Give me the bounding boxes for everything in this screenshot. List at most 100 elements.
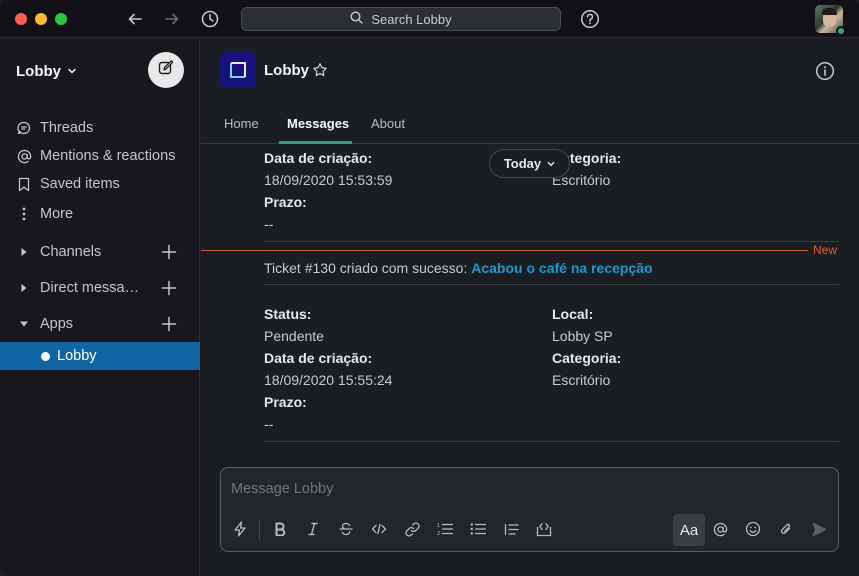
caret-right-icon bbox=[16, 280, 32, 296]
section-label: Channels bbox=[40, 244, 102, 260]
main-panel: Lobby Home Messages About Data de criaçã… bbox=[201, 39, 859, 576]
tab-messages[interactable]: Messages bbox=[287, 116, 349, 131]
bold-icon[interactable] bbox=[267, 516, 293, 542]
back-arrow-icon[interactable] bbox=[125, 9, 145, 29]
shortcuts-lightning-icon[interactable] bbox=[227, 516, 253, 542]
date-label: Today bbox=[503, 156, 542, 171]
field-value: 18/09/2020 15:55:24 bbox=[264, 372, 393, 388]
sidebar: Lobby Threads Mentions & reactions Saved… bbox=[0, 39, 200, 576]
date-divider-pill[interactable]: Today bbox=[489, 149, 570, 178]
section-label: Direct messa… bbox=[40, 280, 140, 296]
at-icon bbox=[16, 148, 32, 164]
emoji-icon[interactable] bbox=[740, 516, 766, 542]
field-value: Lobby SP bbox=[552, 328, 613, 344]
forward-arrow-icon[interactable] bbox=[162, 9, 182, 29]
field-value: 18/09/2020 15:53:59 bbox=[264, 172, 393, 188]
close-window-button[interactable] bbox=[15, 13, 27, 25]
help-icon[interactable] bbox=[580, 9, 600, 29]
add-app-plus-icon[interactable] bbox=[161, 316, 177, 332]
maximize-window-button[interactable] bbox=[55, 13, 67, 25]
avatar-hair bbox=[822, 8, 837, 15]
tab-about[interactable]: About bbox=[371, 116, 405, 131]
compose-button[interactable] bbox=[148, 52, 184, 88]
blockquote-icon[interactable] bbox=[498, 516, 524, 542]
more-vertical-icon bbox=[16, 206, 32, 222]
sidebar-item-label: Threads bbox=[40, 120, 94, 136]
bookmark-icon bbox=[16, 176, 32, 192]
code-icon[interactable] bbox=[366, 516, 392, 542]
sidebar-item-lobby-app[interactable]: Lobby bbox=[0, 342, 200, 370]
minimize-window-button[interactable] bbox=[35, 13, 47, 25]
field-value: -- bbox=[264, 216, 274, 232]
search-placeholder: Search Lobby bbox=[371, 11, 452, 27]
sidebar-item-threads[interactable]: Threads bbox=[0, 114, 200, 142]
ticket-intro-text: Ticket #130 criado com sucesso: bbox=[264, 260, 472, 276]
sidebar-section-direct-messages[interactable]: Direct messa… bbox=[0, 274, 200, 302]
formatting-toggle-button[interactable]: Aa bbox=[673, 514, 705, 546]
sidebar-item-label: Saved items bbox=[40, 176, 120, 192]
bulleted-list-icon[interactable] bbox=[465, 516, 491, 542]
message-composer: 12 Aa bbox=[220, 467, 839, 552]
field-value: -- bbox=[264, 416, 274, 432]
add-channel-plus-icon[interactable] bbox=[161, 244, 177, 260]
star-icon[interactable] bbox=[312, 62, 328, 78]
attachment-divider bbox=[264, 441, 839, 442]
workspace-switcher[interactable]: Lobby bbox=[16, 63, 77, 80]
field-value: Escritório bbox=[552, 372, 611, 388]
active-tab-indicator bbox=[279, 141, 352, 144]
svg-text:1: 1 bbox=[437, 523, 440, 529]
channel-title[interactable]: Lobby bbox=[264, 62, 309, 79]
field-label: Local: bbox=[552, 306, 594, 322]
workspace-name: Lobby bbox=[16, 63, 61, 80]
attachment-paperclip-icon[interactable] bbox=[773, 516, 799, 542]
field-label: Prazo: bbox=[264, 394, 307, 410]
sidebar-section-channels[interactable]: Channels bbox=[0, 238, 200, 266]
new-messages-line bbox=[201, 250, 808, 251]
threads-icon bbox=[16, 120, 32, 136]
svg-text:2: 2 bbox=[437, 531, 440, 536]
chevron-down-icon bbox=[547, 156, 555, 171]
slack-window: Search Lobby Lobby Threads Mentions & re… bbox=[0, 0, 859, 576]
tab-home[interactable]: Home bbox=[224, 116, 259, 131]
lobby-logo bbox=[220, 52, 256, 88]
field-label: Data de criação: bbox=[264, 150, 373, 166]
field-label: Data de criação: bbox=[264, 350, 373, 366]
link-icon[interactable] bbox=[399, 516, 425, 542]
mention-at-icon[interactable] bbox=[707, 516, 733, 542]
ticket-created-message: Ticket #130 criado com sucesso: Acabou o… bbox=[264, 260, 653, 276]
numbered-list-icon[interactable]: 12 bbox=[432, 516, 458, 542]
message-list: Data de criação: 18/09/2020 15:53:59 Pra… bbox=[201, 145, 859, 459]
add-dm-plus-icon[interactable] bbox=[161, 280, 177, 296]
message-input[interactable] bbox=[231, 481, 821, 497]
field-label: Categoria: bbox=[552, 350, 622, 366]
history-clock-icon[interactable] bbox=[200, 9, 220, 29]
search-icon bbox=[350, 11, 364, 27]
new-messages-label: New bbox=[813, 243, 838, 257]
attachment-divider bbox=[264, 284, 839, 285]
title-bar: Search Lobby bbox=[0, 0, 859, 38]
sidebar-item-mentions[interactable]: Mentions & reactions bbox=[0, 142, 200, 170]
compose-pencil-icon bbox=[158, 59, 174, 81]
sidebar-item-more[interactable]: More bbox=[0, 200, 200, 228]
info-icon[interactable] bbox=[815, 61, 835, 81]
italic-icon[interactable] bbox=[300, 516, 326, 542]
search-bar[interactable]: Search Lobby bbox=[241, 7, 561, 31]
app-status-dot bbox=[41, 351, 50, 361]
sidebar-item-label: More bbox=[40, 206, 74, 222]
section-label: Apps bbox=[40, 316, 74, 332]
sidebar-item-label: Mentions & reactions bbox=[40, 148, 176, 164]
caret-down-icon bbox=[16, 316, 32, 332]
chevron-down-icon bbox=[67, 63, 77, 80]
sidebar-item-label: Lobby bbox=[57, 348, 97, 364]
field-label: Prazo: bbox=[264, 194, 307, 210]
sidebar-item-saved[interactable]: Saved items bbox=[0, 170, 200, 198]
field-label: Status: bbox=[264, 306, 312, 322]
ticket-link[interactable]: Acabou o café na recepção bbox=[471, 260, 652, 276]
strikethrough-icon[interactable] bbox=[333, 516, 359, 542]
send-icon[interactable] bbox=[806, 516, 832, 542]
sidebar-section-apps[interactable]: Apps bbox=[0, 310, 200, 338]
code-block-icon[interactable] bbox=[531, 516, 557, 542]
attachment-divider bbox=[264, 241, 839, 242]
channel-header: Lobby Home Messages About bbox=[201, 39, 859, 144]
toolbar-divider bbox=[259, 520, 260, 540]
